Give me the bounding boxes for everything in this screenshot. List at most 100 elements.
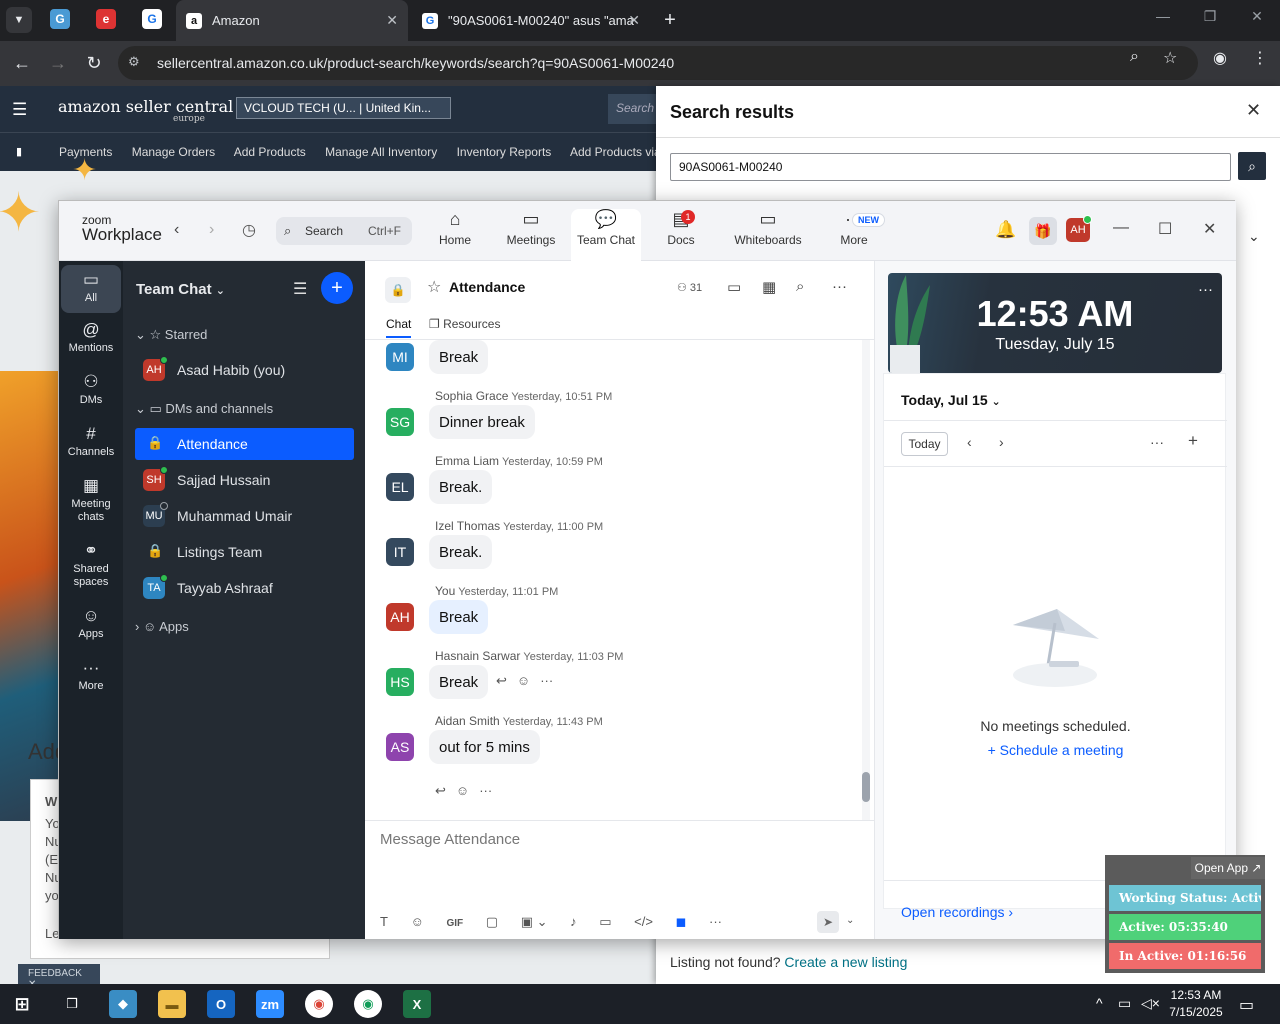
format-icon[interactable]: T — [380, 914, 388, 929]
close-icon[interactable]: ✕ — [1242, 8, 1272, 25]
tab-meetings[interactable]: ▭ Meetings — [502, 209, 560, 261]
message-input[interactable]: Message Attendance — [380, 831, 520, 848]
channel-name[interactable]: Attendance — [449, 279, 525, 295]
minimize-icon[interactable]: — — [1148, 8, 1178, 24]
bell-icon[interactable]: 🔔 — [995, 220, 1016, 240]
product-search-input[interactable]: 90AS0061-M00240 — [670, 153, 1231, 181]
back-arrow-icon[interactable]: ‹ — [174, 221, 179, 239]
app-icon[interactable]: ◆ — [109, 990, 137, 1018]
more-icon[interactable]: ··· — [1198, 281, 1213, 298]
calendar-icon[interactable]: ▦ — [762, 278, 776, 296]
rail-apps[interactable]: ☺ Apps — [61, 607, 121, 641]
forward-button[interactable]: → — [46, 51, 70, 75]
star-icon[interactable]: ☆ — [427, 277, 441, 297]
message-bubble[interactable]: Break — [429, 665, 489, 699]
new-tab-button[interactable]: + — [658, 8, 682, 32]
tab-whiteboards[interactable]: ▭ Whiteboards — [731, 209, 805, 261]
message-bubble[interactable]: Break. — [429, 470, 493, 504]
tab-google-search[interactable]: G "90AS0061-M00240" asus "ama ✕ — [412, 0, 650, 41]
tab-team-chat[interactable]: 💬 Team Chat — [571, 209, 641, 261]
chevron-down-icon[interactable]: ⌄ — [846, 915, 854, 926]
tray-chevron-icon[interactable]: ^ — [1096, 995, 1103, 1011]
bookmark-star-icon[interactable]: ☆ — [1163, 48, 1177, 68]
close-icon[interactable]: ✕ — [1203, 219, 1216, 239]
chevron-left-icon[interactable]: ‹ — [967, 434, 972, 450]
reload-button[interactable]: ↻ — [82, 51, 106, 75]
more-icon[interactable]: ··· — [709, 914, 722, 929]
open-app-button[interactable]: Open App ↗ — [1191, 857, 1265, 879]
add-button[interactable]: + — [321, 272, 353, 304]
tab-home[interactable]: ⌂ Home — [428, 209, 482, 261]
address-bar[interactable]: ⚙ sellercentral.amazon.co.uk/product-sea… — [118, 46, 1198, 80]
send-button[interactable]: ➤ — [817, 911, 839, 933]
pinned-tab-2[interactable]: e — [96, 9, 116, 29]
scroll-thumb[interactable] — [862, 772, 870, 802]
emoji-icon[interactable]: ☺ — [517, 673, 530, 688]
dm-sajjad-hussain[interactable]: SH Sajjad Hussain — [135, 464, 354, 496]
pinned-tab-1[interactable]: G — [50, 9, 70, 29]
more-icon[interactable]: ··· — [832, 278, 847, 295]
tab-amazon[interactable]: a Amazon ✕ — [176, 0, 408, 41]
forward-arrow-icon[interactable]: › — [209, 221, 214, 239]
amazon-search-input[interactable]: Search — [608, 94, 658, 124]
start-windows-icon[interactable]: ⊞ — [8, 990, 36, 1018]
team-chat-title[interactable]: Team Chat ⌄ — [136, 281, 225, 298]
history-icon[interactable]: ◷ — [242, 220, 256, 240]
chrome-icon[interactable]: ◉ — [305, 990, 333, 1018]
close-icon[interactable]: ✕ — [1246, 100, 1261, 121]
search-icon[interactable]: ⌕ — [796, 278, 804, 295]
add-icon[interactable]: + — [1188, 431, 1198, 451]
schedule-meeting-link[interactable]: + Schedule a meeting — [884, 742, 1227, 758]
channel-attendance[interactable]: 🔒 Attendance — [135, 428, 354, 460]
outlook-icon[interactable]: O — [207, 990, 235, 1018]
taskbar-clock[interactable]: 12:53 AM 7/15/2025 — [1160, 987, 1232, 1021]
maximize-icon[interactable]: ☐ — [1158, 219, 1172, 239]
file-icon[interactable]: ▢ — [486, 914, 498, 930]
channel-listings-team[interactable]: 🔒 Listings Team — [135, 536, 354, 568]
code-icon[interactable]: </> — [634, 914, 653, 929]
bookmark-icon[interactable]: ▮ — [16, 145, 22, 158]
starred-section[interactable]: ⌄ ☆ Starred — [135, 327, 207, 343]
reply-icon[interactable]: ↩ — [435, 783, 446, 798]
pinned-tab-3[interactable]: G — [142, 9, 162, 29]
avatar[interactable]: EL — [386, 473, 414, 501]
chevron-right-icon[interactable]: › — [999, 434, 1004, 450]
rail-all[interactable]: ▭ All — [61, 265, 121, 313]
emoji-icon[interactable]: ☺ — [411, 914, 424, 929]
account-switcher[interactable]: VCLOUD TECH (U... | United Kin... — [236, 97, 451, 119]
message-composer[interactable]: Message Attendance T ☺ GIF ▢ ▣ ⌄ ♪ ▭ </>… — [365, 820, 875, 939]
video-icon[interactable]: ▭ — [727, 278, 741, 296]
message-bubble[interactable]: Break. — [429, 535, 493, 569]
site-info-icon[interactable]: ⚙ — [128, 54, 146, 72]
tab-chat[interactable]: Chat — [386, 317, 412, 338]
more-icon[interactable]: ··· — [1150, 434, 1164, 450]
nav-manage-inventory[interactable]: Manage All Inventory — [325, 145, 437, 159]
apps-section[interactable]: › ☺ Apps — [135, 619, 189, 634]
browser-menu-icon[interactable]: ⋮ — [1252, 48, 1268, 68]
video-clip-icon[interactable]: ▭ — [599, 914, 611, 930]
feedback-button[interactable]: FEEDBACK ✕ — [18, 964, 100, 990]
mic-icon[interactable]: ♪ — [570, 914, 577, 929]
zoom-search[interactable]: ⌕ Search Ctrl+F — [276, 217, 412, 245]
avatar[interactable]: SG — [386, 408, 414, 436]
scrollbar[interactable] — [862, 340, 870, 820]
zoom-app-icon[interactable]: ◼ — [676, 914, 687, 930]
dm-tayyab-ashraaf[interactable]: TA Tayyab Ashraaf — [135, 572, 354, 604]
back-button[interactable]: ← — [10, 51, 34, 75]
dm-muhammad-umair[interactable]: MU Muhammad Umair — [135, 500, 354, 532]
gift-icon[interactable]: 🎁 — [1029, 217, 1057, 245]
filter-icon[interactable]: ☰ — [293, 279, 307, 299]
restore-icon[interactable]: ❐ — [1195, 8, 1225, 25]
day-selector[interactable]: Today, Jul 15 ⌄ — [901, 392, 1001, 408]
chevron-down-icon[interactable]: ⌄ — [1248, 228, 1260, 245]
screenshot-icon[interactable]: ▣ ⌄ — [521, 914, 548, 930]
rail-mentions[interactable]: @ Mentions — [61, 321, 121, 355]
rail-more[interactable]: ··· More — [61, 659, 121, 693]
message-bubble[interactable]: Dinner break — [429, 405, 535, 439]
more-icon[interactable]: ··· — [540, 673, 553, 688]
zoom-taskbar-icon[interactable]: zm — [256, 990, 284, 1018]
notifications-icon[interactable]: ▭ — [1239, 995, 1254, 1015]
rail-shared-spaces[interactable]: ⚭ Shared spaces — [61, 542, 121, 589]
tab-resources[interactable]: ❐ Resources — [429, 317, 500, 331]
gif-icon[interactable]: GIF — [446, 918, 463, 929]
